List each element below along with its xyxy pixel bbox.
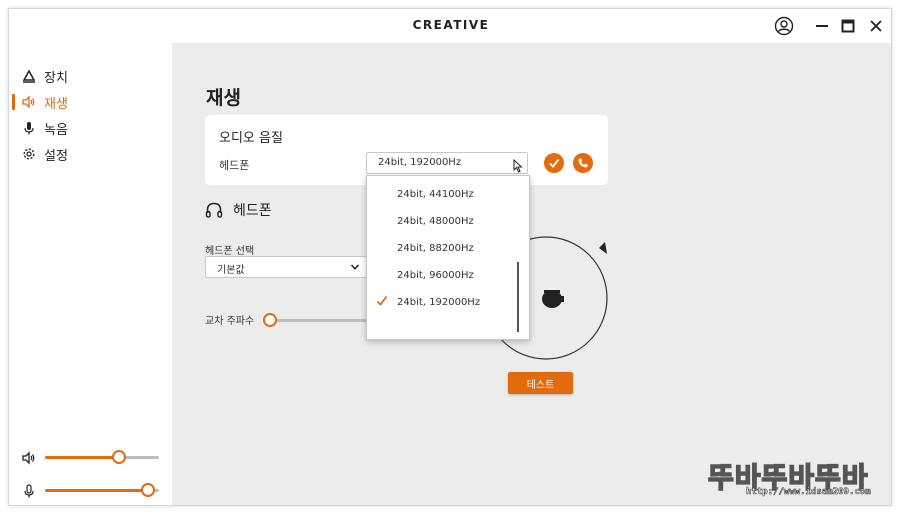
crossover-slider[interactable] — [269, 319, 369, 322]
chevron-down-icon — [350, 264, 360, 270]
sidebar-item-device[interactable]: 장치 — [9, 65, 172, 87]
listener-head-icon — [542, 290, 564, 308]
speaker-volume-thumb[interactable] — [112, 450, 127, 464]
sidebar: 장치 재생 녹음 설정 — [9, 43, 172, 505]
crossover-thumb[interactable] — [263, 313, 277, 327]
speaker-volume-slider[interactable] — [45, 450, 159, 464]
dropdown-option[interactable]: 24bit, 96000Hz — [367, 262, 517, 289]
dropdown-option[interactable]: 24bit, 48000Hz — [367, 208, 517, 235]
headphone-select-label: 헤드폰 선택 — [205, 246, 255, 257]
mic-volume-thumb[interactable] — [140, 483, 155, 497]
minimize-icon — [816, 25, 828, 27]
page-title: 재생 — [206, 87, 241, 109]
microphone-icon — [22, 121, 36, 135]
audio-quality-title: 오디오 음질 — [219, 131, 283, 146]
sidebar-item-playback[interactable]: 재생 — [9, 91, 172, 113]
mic-volume-slider[interactable] — [45, 483, 159, 497]
audio-quality-selected: 24bit, 192000Hz — [378, 157, 462, 168]
minimize-button[interactable] — [809, 14, 835, 38]
dropdown-option[interactable]: 24bit, 44100Hz — [367, 181, 517, 208]
sidebar-item-label: 재생 — [44, 97, 68, 112]
sidebar-item-label: 설정 — [44, 149, 68, 164]
audio-quality-dropdown: 24bit, 44100Hz 24bit, 48000Hz 24bit, 882… — [366, 175, 530, 340]
close-icon — [870, 20, 882, 32]
audio-quality-label: 헤드폰 — [219, 159, 250, 172]
watermark-url: http://www.idsam209.com — [746, 487, 871, 498]
maximize-button[interactable] — [835, 14, 861, 38]
app-window: CREATIVE 장치 재생 녹음 설정 재생 오디오 음질 헤드폰 24bit… — [8, 8, 892, 506]
gear-icon — [22, 147, 36, 161]
checkmark-icon — [376, 295, 388, 306]
phone-icon — [578, 158, 588, 168]
apply-check-button[interactable] — [544, 153, 564, 173]
speaker-volume-control — [9, 447, 172, 467]
volume-icon — [22, 450, 36, 465]
cursor-icon — [513, 159, 523, 173]
sidebar-item-label: 장치 — [44, 71, 68, 86]
call-button[interactable] — [573, 153, 593, 173]
audio-quality-select[interactable]: 24bit, 192000Hz — [366, 152, 528, 174]
mic-volume-fill — [45, 489, 148, 492]
speaker-icon — [22, 95, 36, 109]
user-button[interactable] — [771, 14, 797, 38]
device-icon — [22, 69, 36, 83]
check-icon — [549, 158, 560, 168]
speaker-marker-icon — [599, 242, 607, 254]
title-bar: CREATIVE — [9, 9, 891, 43]
maximize-icon — [841, 19, 855, 33]
sidebar-item-settings[interactable]: 설정 — [9, 143, 172, 165]
main-panel: 재생 오디오 음질 헤드폰 24bit, 192000Hz 헤드폰 헤드폰 선택… — [172, 43, 891, 505]
user-circle-icon — [774, 16, 794, 36]
dropdown-option-selected[interactable]: 24bit, 192000Hz — [367, 289, 517, 316]
sidebar-item-recording[interactable]: 녹음 — [9, 117, 172, 139]
watermark: 뚜바뚜바뚜바 http://www.idsam209.com — [707, 456, 893, 506]
test-button[interactable]: 테스트 — [508, 372, 573, 394]
headphone-select-value: 기본값 — [217, 265, 245, 276]
crossover-label: 교차 주파수 — [205, 316, 255, 327]
speaker-volume-fill — [45, 456, 120, 459]
microphone-icon — [22, 483, 36, 498]
mic-volume-control — [9, 480, 172, 500]
headphone-icon — [205, 201, 223, 219]
dropdown-option[interactable]: 24bit, 88200Hz — [367, 235, 517, 262]
app-brand: CREATIVE — [412, 18, 490, 32]
dropdown-scrollbar[interactable] — [517, 262, 519, 332]
sidebar-item-label: 녹음 — [44, 123, 68, 138]
close-button[interactable] — [863, 14, 889, 38]
headphone-section-title: 헤드폰 — [233, 203, 272, 219]
headphone-select[interactable]: 기본값 — [205, 256, 367, 278]
